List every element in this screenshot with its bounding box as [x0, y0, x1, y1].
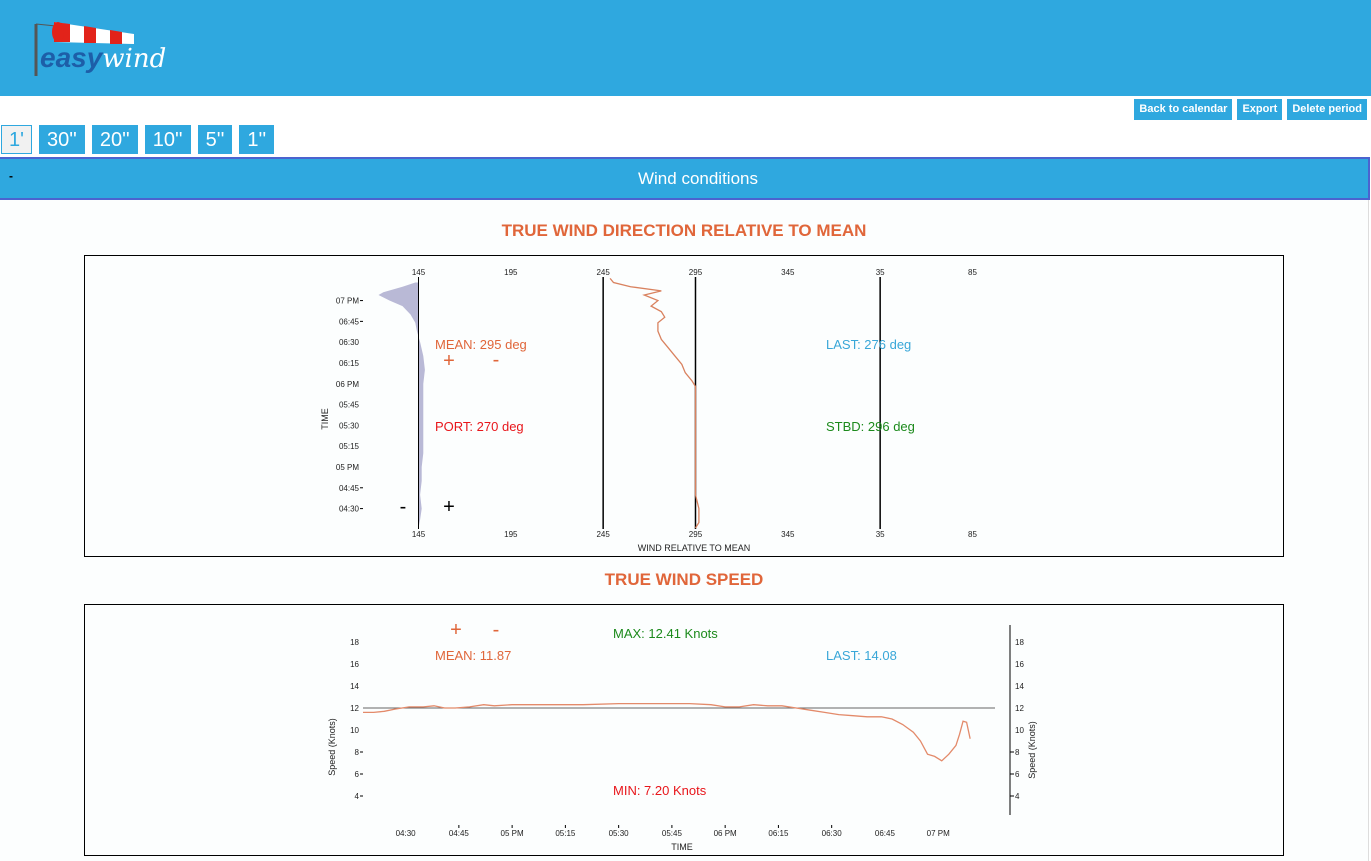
- direction-x-tick-bottom: 345: [781, 530, 795, 539]
- speed-x-tick: 06 PM: [714, 829, 737, 838]
- direction-x-tick-bottom: 35: [876, 530, 885, 539]
- speed-x-tick: 07 PM: [927, 829, 950, 838]
- resolution-selector: 1' 30'' 20'' 10'' 5'' 1'': [1, 125, 275, 154]
- header: easywind: [0, 0, 1371, 96]
- direction-chart-box: 145 145 195 195 245 245 295 295 345 345 35 35 85 85 07…: [84, 255, 1284, 557]
- speed-chart-box: 18 18 16 16 14 14 12 12 10 10 8 8 6 6 4 4 04:30 04:45 05 P…: [84, 604, 1284, 856]
- content: TRUE WIND DIRECTION RELATIVE TO MEAN 145…: [0, 200, 1369, 861]
- max-speed-label: MAX: 12.41 Knots: [613, 626, 718, 641]
- speed-y-tick-left: 10: [350, 726, 359, 735]
- range-plus-button[interactable]: +: [443, 496, 455, 518]
- direction-y-tick: 05:30: [339, 421, 360, 430]
- speed-y-tick-left: 14: [350, 682, 359, 691]
- speed-x-tick: 04:45: [449, 829, 470, 838]
- direction-chart-title: TRUE WIND DIRECTION RELATIVE TO MEAN: [501, 221, 867, 240]
- top-actions: Back to calendar Export Delete period: [1134, 99, 1367, 120]
- direction-x-tick-top: 85: [968, 268, 977, 277]
- speed-minus-button[interactable]: -: [493, 619, 500, 641]
- stbd-label: STBD: 296 deg: [826, 419, 915, 434]
- speed-x-tick: 05:45: [662, 829, 683, 838]
- speed-x-tick: 06:45: [875, 829, 896, 838]
- resolution-1min-button[interactable]: 1': [1, 125, 32, 154]
- direction-y-tick: 06:15: [339, 359, 360, 368]
- wind-conditions-section-header[interactable]: - Wind conditions: [0, 157, 1370, 200]
- port-label: PORT: 270 deg: [435, 419, 524, 434]
- last-direction-label: LAST: 276 deg: [826, 337, 911, 352]
- speed-y-tick-left: 18: [350, 638, 359, 647]
- resolution-10s-button[interactable]: 10'': [144, 125, 191, 154]
- direction-y-tick: 06:30: [339, 338, 360, 347]
- direction-x-tick-top: 295: [689, 268, 703, 277]
- resolution-20s-button[interactable]: 20'': [91, 125, 138, 154]
- mean-minus-button[interactable]: -: [493, 349, 500, 371]
- direction-y-tick: 06:45: [339, 317, 360, 326]
- resolution-30s-button[interactable]: 30'': [38, 125, 85, 154]
- direction-x-tick-bottom: 295: [689, 530, 703, 539]
- direction-x-tick-top: 35: [876, 268, 885, 277]
- direction-x-tick-top: 345: [781, 268, 795, 277]
- speed-y-tick-right: 10: [1015, 726, 1024, 735]
- direction-x-axis-label: WIND RELATIVE TO MEAN: [638, 543, 751, 553]
- mean-plus-button[interactable]: +: [443, 350, 455, 372]
- direction-chart: 145 145 195 195 245 245 295 295 345 345 35 35 85 85 07…: [320, 268, 977, 553]
- direction-x-tick-bottom: 195: [504, 530, 518, 539]
- direction-y-tick: 05:15: [339, 442, 360, 451]
- speed-y-tick-left: 12: [350, 704, 359, 713]
- speed-y-tick-right: 14: [1015, 682, 1024, 691]
- direction-y-tick: 06 PM: [336, 380, 359, 389]
- direction-x-tick-top: 245: [596, 268, 610, 277]
- min-speed-label: MIN: 7.20 Knots: [613, 783, 707, 798]
- direction-series-line: [609, 277, 700, 529]
- speed-y-tick-right: 6: [1015, 770, 1020, 779]
- speed-series-line: [363, 702, 971, 762]
- speed-x-tick: 05:15: [555, 829, 576, 838]
- easywind-logo[interactable]: easywind: [30, 18, 190, 80]
- direction-x-tick-top: 145: [412, 268, 426, 277]
- speed-y-tick-left: 4: [355, 792, 360, 801]
- speed-y-axis-label-left: Speed (Knots): [327, 718, 337, 776]
- speed-x-tick: 06:30: [822, 829, 843, 838]
- direction-y-tick: 04:30: [339, 505, 360, 514]
- speed-x-tick: 06:15: [768, 829, 789, 838]
- direction-x-tick-top: 195: [504, 268, 518, 277]
- section-title: Wind conditions: [637, 169, 758, 188]
- speed-plus-button[interactable]: +: [450, 619, 462, 641]
- direction-x-tick-bottom: 245: [596, 530, 610, 539]
- speed-y-tick-right: 16: [1015, 660, 1024, 669]
- speed-x-tick: 05:30: [609, 829, 630, 838]
- speed-x-tick: 04:30: [396, 829, 417, 838]
- direction-y-tick: 05:45: [339, 401, 360, 410]
- range-minus-button[interactable]: -: [400, 496, 407, 518]
- last-speed-label: LAST: 14.08: [826, 648, 897, 663]
- speed-y-tick-left: 6: [355, 770, 360, 779]
- speed-y-tick-right: 18: [1015, 638, 1024, 647]
- back-to-calendar-button[interactable]: Back to calendar: [1134, 99, 1233, 120]
- speed-x-tick: 05 PM: [501, 829, 524, 838]
- speed-y-tick-left: 16: [350, 660, 359, 669]
- speed-y-tick-right: 8: [1015, 748, 1020, 757]
- speed-x-axis-label: TIME: [671, 842, 693, 852]
- direction-spread-area: [378, 282, 425, 528]
- direction-x-tick-bottom: 145: [412, 530, 426, 539]
- direction-y-tick: 05 PM: [336, 463, 359, 472]
- logo-wind: wind: [102, 44, 167, 74]
- speed-y-tick-right: 4: [1015, 792, 1020, 801]
- speed-y-axis-label-right: Speed (Knots): [1027, 721, 1037, 779]
- logo-text: easywind: [40, 42, 166, 74]
- speed-chart: 18 18 16 16 14 14 12 12 10 10 8 8 6 6 4 4 04:30 04:45 05 P…: [327, 619, 1037, 852]
- delete-period-button[interactable]: Delete period: [1287, 99, 1367, 120]
- logo-easy: easy: [40, 42, 103, 73]
- direction-x-tick-bottom: 85: [968, 530, 977, 539]
- speed-chart-title: TRUE WIND SPEED: [604, 570, 764, 589]
- mean-speed-label: MEAN: 11.87: [435, 648, 511, 663]
- direction-y-tick: 07 PM: [336, 297, 359, 306]
- direction-y-axis-label: TIME: [320, 408, 330, 430]
- speed-y-tick-right: 12: [1015, 704, 1024, 713]
- export-button[interactable]: Export: [1237, 99, 1283, 120]
- direction-y-tick: 04:45: [339, 484, 360, 493]
- speed-y-tick-left: 8: [355, 748, 360, 757]
- resolution-1s-button[interactable]: 1'': [239, 125, 275, 154]
- resolution-5s-button[interactable]: 5'': [197, 125, 233, 154]
